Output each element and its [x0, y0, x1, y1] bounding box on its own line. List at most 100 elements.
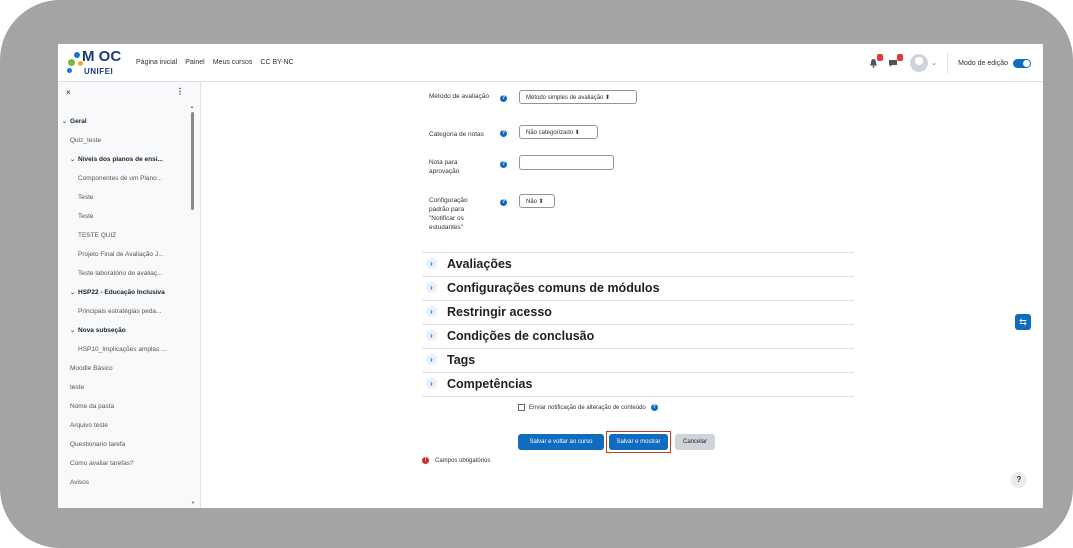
avatar[interactable] [910, 54, 929, 72]
top-navbar: M OC UNIFEI Página inicial Painel Meus c… [58, 44, 1043, 82]
browser-screen: M OC UNIFEI Página inicial Painel Meus c… [58, 44, 1043, 508]
bell-icon[interactable] [866, 54, 884, 70]
field-label-pass-grade: Nota para aprovação [429, 159, 460, 175]
cancel-button[interactable]: Cancelar [675, 434, 715, 450]
edit-mode-label: Modo de edição [958, 59, 1008, 67]
grade-category-select[interactable]: Não categorizado ⬍ [519, 125, 598, 139]
course-index-drawer: × ⋮ ▲ ▼ ⌄ Geral Quiz_teste ⌄ Níveis dos pl… [58, 82, 201, 508]
notify-default-select[interactable]: Não ⬍ [519, 194, 555, 208]
logo-text: M OC [82, 47, 122, 65]
section-title: Condições de conclusão [447, 329, 595, 343]
course-subsection[interactable]: ⌄ HSP22 - Educação Inclusiva [70, 289, 165, 296]
course-index-item[interactable]: Avisos [70, 479, 89, 486]
save-return-button[interactable]: Salvar e voltar ao curso [518, 434, 604, 450]
section-title: Avaliações [447, 257, 512, 271]
section-restrict-access[interactable]: › Restringir acesso [422, 300, 854, 324]
course-index-item[interactable]: Como avaliar tarefas? [70, 460, 134, 467]
section-label: HSP22 - Educação Inclusiva [78, 289, 165, 296]
scroll-up-icon[interactable]: ▲ [190, 104, 194, 109]
chevron-down-icon[interactable]: ⌄ [931, 59, 937, 67]
help-icon[interactable]: ? [650, 404, 658, 411]
course-index-item[interactable]: Quiz_teste [70, 137, 101, 144]
section-title: Competências [447, 377, 533, 391]
section-tags[interactable]: › Tags [422, 348, 854, 372]
translate-icon[interactable]: ⇆ [1015, 314, 1031, 330]
chat-icon[interactable] [886, 54, 904, 70]
section-label: Níveis dos planos de ensi... [78, 156, 163, 163]
section-grades[interactable]: › Avaliações [422, 252, 854, 276]
course-index-item[interactable]: Arquivo teste [70, 422, 108, 429]
chevron-right-icon: › [426, 258, 437, 269]
nav-link-home[interactable]: Página inicial [136, 59, 177, 66]
divider [422, 396, 854, 397]
field-label-notify-default: Configuração padrão para "Notificar os e… [429, 197, 468, 231]
save-display-button[interactable]: Salvar e mostrar [609, 434, 668, 450]
course-subsection[interactable]: ⌄ Níveis dos planos de ensi... [70, 156, 163, 163]
logo-dot [67, 67, 72, 73]
required-icon: ! [422, 457, 429, 464]
course-index-item[interactable]: Componentes de um Plano... [78, 175, 162, 182]
grading-method-select[interactable]: Método simples de avaliação ⬍ [519, 90, 637, 104]
edit-mode-toggle[interactable] [1013, 58, 1031, 68]
chevron-right-icon: › [426, 354, 437, 365]
section-label: Nova subseção [78, 327, 126, 334]
help-icon[interactable]: ? [500, 161, 507, 168]
help-icon[interactable]: ? [500, 95, 507, 102]
course-index-item[interactable]: Teste [78, 194, 94, 201]
notify-change-label: Enviar notificação de alteração de conte… [529, 404, 646, 411]
course-index-item[interactable]: Teste [78, 213, 94, 220]
chevron-down-icon: ⌄ [62, 119, 68, 125]
required-fields-text: Campos obrigatórios [435, 457, 491, 464]
course-index-item[interactable]: Projeto Final de Avaliação J... [78, 251, 164, 258]
help-icon[interactable]: ? [500, 199, 507, 206]
course-index-item[interactable]: Nome da pasta [70, 403, 114, 410]
course-index-item[interactable]: Teste laboratório de avaliaç... [78, 270, 163, 277]
chevron-down-icon: ⌄ [70, 290, 76, 296]
course-index-item[interactable]: Questionario tarefa [70, 441, 125, 448]
logo-dot [74, 51, 80, 58]
help-icon[interactable]: ? [500, 130, 507, 137]
pass-grade-input[interactable] [519, 155, 614, 170]
chevron-right-icon: › [426, 330, 437, 341]
nav-link-my-courses[interactable]: Meus cursos [213, 59, 253, 66]
help-button[interactable]: ? [1011, 472, 1027, 488]
section-title: Tags [447, 353, 476, 367]
section-completion-conditions[interactable]: › Condições de conclusão [422, 324, 854, 348]
scroll-down-icon[interactable]: ▼ [191, 500, 195, 505]
course-subsection[interactable]: ⌄ Nova subseção [70, 327, 126, 334]
nav-link-license[interactable]: CC BY-NC [260, 59, 293, 66]
nav-link-dashboard[interactable]: Painel [185, 59, 204, 66]
screenshot-frame: M OC UNIFEI Página inicial Painel Meus c… [0, 0, 1073, 548]
course-index-item[interactable]: Principais estratégias peda... [78, 308, 161, 315]
drawer-scrollbar[interactable] [191, 112, 194, 210]
user-navigation: ⌄ Modo de edição [860, 44, 1031, 82]
primary-navigation: Página inicial Painel Meus cursos CC BY-… [136, 59, 302, 66]
field-label-grade-category: Categoria de notas [429, 131, 484, 138]
chevron-right-icon: › [426, 378, 437, 389]
course-index-item[interactable]: HSP10_Implicações amplas ... [78, 346, 167, 353]
close-icon[interactable]: × [66, 88, 71, 97]
course-index-item[interactable]: teste [70, 384, 84, 391]
chevron-right-icon: › [426, 282, 437, 293]
required-fields-note: ! Campos obrigatórios [422, 457, 490, 464]
logo-dot [68, 58, 75, 66]
course-index-item[interactable]: Moodle Básico [70, 365, 113, 372]
notify-change-checkbox[interactable] [518, 404, 525, 411]
chevron-down-icon: ⌄ [70, 157, 76, 163]
chevron-right-icon: › [426, 306, 437, 317]
course-index-item[interactable]: TESTE QUIZ [78, 232, 116, 239]
drawer-header: × ⋮ [58, 82, 200, 104]
divider [947, 52, 949, 74]
section-title: Restringir acesso [447, 305, 552, 319]
course-section-general[interactable]: ⌄ Geral [62, 118, 87, 125]
section-competencies[interactable]: › Competências [422, 372, 854, 396]
section-common-module-settings[interactable]: › Configurações comuns de módulos [422, 276, 854, 300]
logo-subtext: UNIFEI [84, 66, 114, 76]
section-title: Configurações comuns de módulos [447, 281, 660, 295]
more-options-icon[interactable]: ⋮ [176, 87, 184, 96]
field-label-grading-method: Método de avaliação [429, 93, 489, 100]
notification-badge [877, 54, 884, 61]
moodle-logo[interactable]: M OC UNIFEI [64, 47, 128, 79]
main-content: Método de avaliação ? Método simples de … [200, 82, 1043, 508]
chevron-down-icon: ⌄ [70, 328, 76, 334]
